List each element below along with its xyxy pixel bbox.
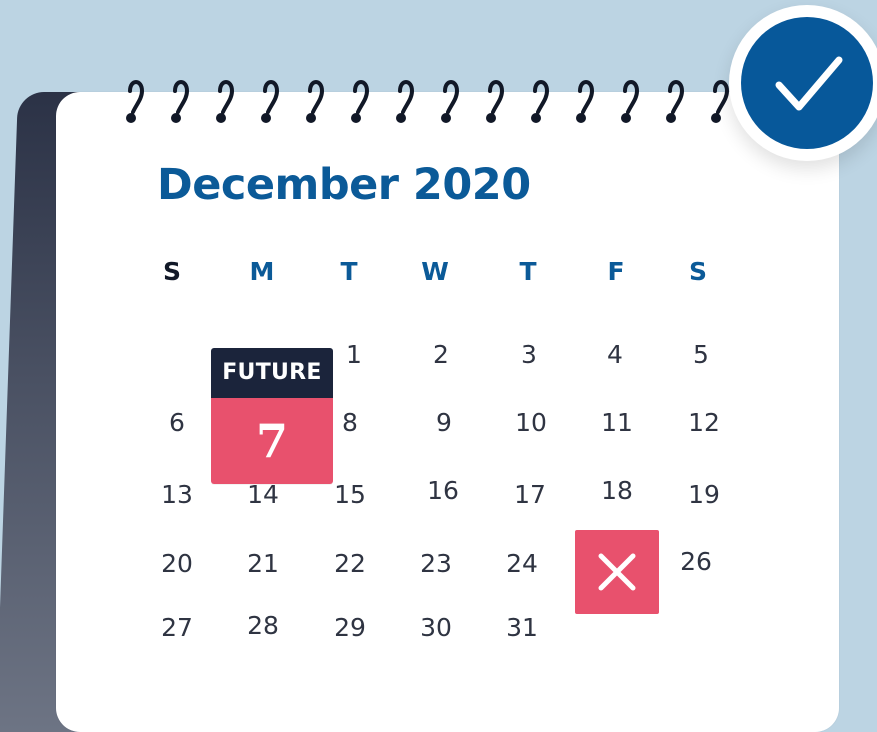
close-icon [598, 553, 636, 591]
day-5[interactable]: 5 [675, 340, 727, 369]
future-day-badge[interactable]: FUTURE 7 [211, 348, 333, 484]
weekday-wednesday: W [421, 257, 449, 286]
day-12[interactable]: 12 [678, 408, 730, 437]
day-27[interactable]: 27 [151, 613, 203, 642]
confirm-badge-circle [741, 17, 873, 149]
binding-ring [666, 80, 685, 123]
binding-ring [531, 80, 550, 123]
day-19[interactable]: 19 [678, 480, 730, 509]
binding-ring [216, 80, 235, 123]
day-13[interactable]: 13 [151, 480, 203, 509]
day-21[interactable]: 21 [237, 549, 289, 578]
binding-ring [171, 80, 190, 123]
binding-ring [621, 80, 640, 123]
binding-ring [486, 80, 505, 123]
binding-ring [576, 80, 595, 123]
day-11[interactable]: 11 [591, 408, 643, 437]
binding-ring [306, 80, 325, 123]
day-23[interactable]: 23 [410, 549, 462, 578]
day-14[interactable]: 14 [237, 480, 289, 509]
day-31[interactable]: 31 [496, 613, 548, 642]
spiral-binding [120, 72, 760, 132]
day-15[interactable]: 15 [324, 480, 376, 509]
day-22[interactable]: 22 [324, 549, 376, 578]
day-2[interactable]: 2 [415, 340, 467, 369]
day-24[interactable]: 24 [496, 549, 548, 578]
confirm-badge[interactable] [729, 5, 877, 161]
weekday-tuesday: T [340, 257, 358, 286]
binding-ring [261, 80, 280, 123]
day-1[interactable]: 1 [328, 340, 380, 369]
cancelled-day-marker[interactable] [575, 530, 659, 614]
day-17[interactable]: 17 [504, 480, 556, 509]
weekday-monday: M [249, 257, 275, 286]
day-29[interactable]: 29 [324, 613, 376, 642]
future-day-number: 7 [211, 398, 333, 484]
day-30[interactable]: 30 [410, 613, 462, 642]
binding-ring [396, 80, 415, 123]
month-title: December 2020 [157, 160, 531, 210]
binding-ring [441, 80, 460, 123]
weekday-sunday: S [162, 257, 181, 286]
day-18[interactable]: 18 [591, 476, 643, 505]
weekday-saturday: S [688, 257, 707, 286]
weekday-thursday: T [519, 257, 537, 286]
binding-ring [126, 80, 145, 123]
check-icon [775, 56, 843, 111]
day-3[interactable]: 3 [503, 340, 555, 369]
day-10[interactable]: 10 [505, 408, 557, 437]
binding-ring [351, 80, 370, 123]
day-28[interactable]: 28 [237, 611, 289, 640]
future-label: FUTURE [211, 348, 333, 398]
day-6[interactable]: 6 [151, 408, 203, 437]
day-9[interactable]: 9 [418, 408, 470, 437]
day-4[interactable]: 4 [589, 340, 641, 369]
day-26[interactable]: 26 [670, 547, 722, 576]
weekday-friday: F [607, 257, 625, 286]
day-20[interactable]: 20 [151, 549, 203, 578]
day-16[interactable]: 16 [417, 476, 469, 505]
